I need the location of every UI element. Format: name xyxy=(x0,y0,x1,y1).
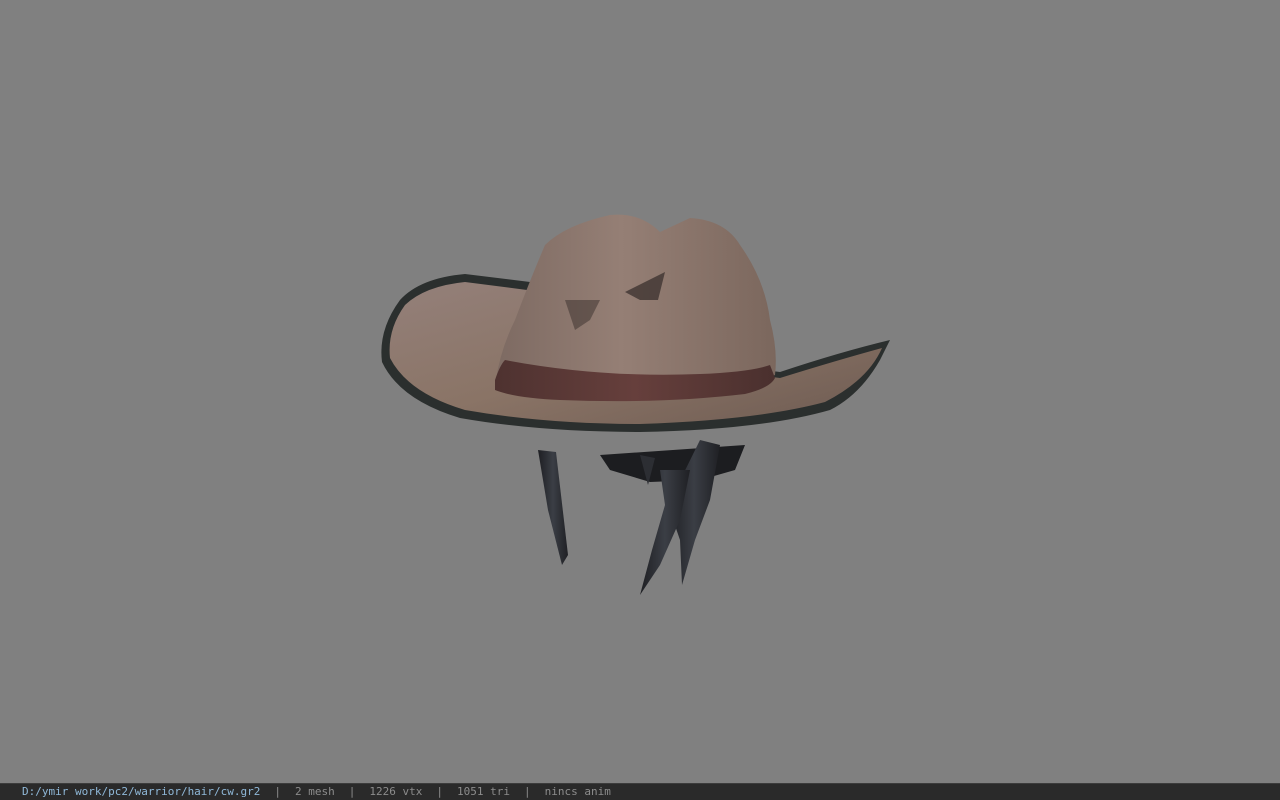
hat-crown xyxy=(495,214,776,402)
vertex-count-text: 1226 vtx xyxy=(369,785,423,798)
triangle-count-text: 1051 tri xyxy=(457,785,511,798)
status-bar: D:/ymir work/pc2/warrior/hair/cw.gr2 | 2… xyxy=(0,783,1280,800)
3d-viewport[interactable] xyxy=(0,0,1280,783)
hat-model-render[interactable] xyxy=(0,0,1280,783)
status-separator: | xyxy=(274,785,282,798)
status-separator: | xyxy=(436,785,444,798)
status-separator: | xyxy=(348,785,356,798)
anim-status-text: nincs anim xyxy=(544,785,611,798)
file-path-text: D:/ymir work/pc2/warrior/hair/cw.gr2 xyxy=(22,785,261,798)
hair-mesh xyxy=(538,440,745,595)
mesh-count-text: 2 mesh xyxy=(295,785,335,798)
status-separator: | xyxy=(524,785,531,798)
